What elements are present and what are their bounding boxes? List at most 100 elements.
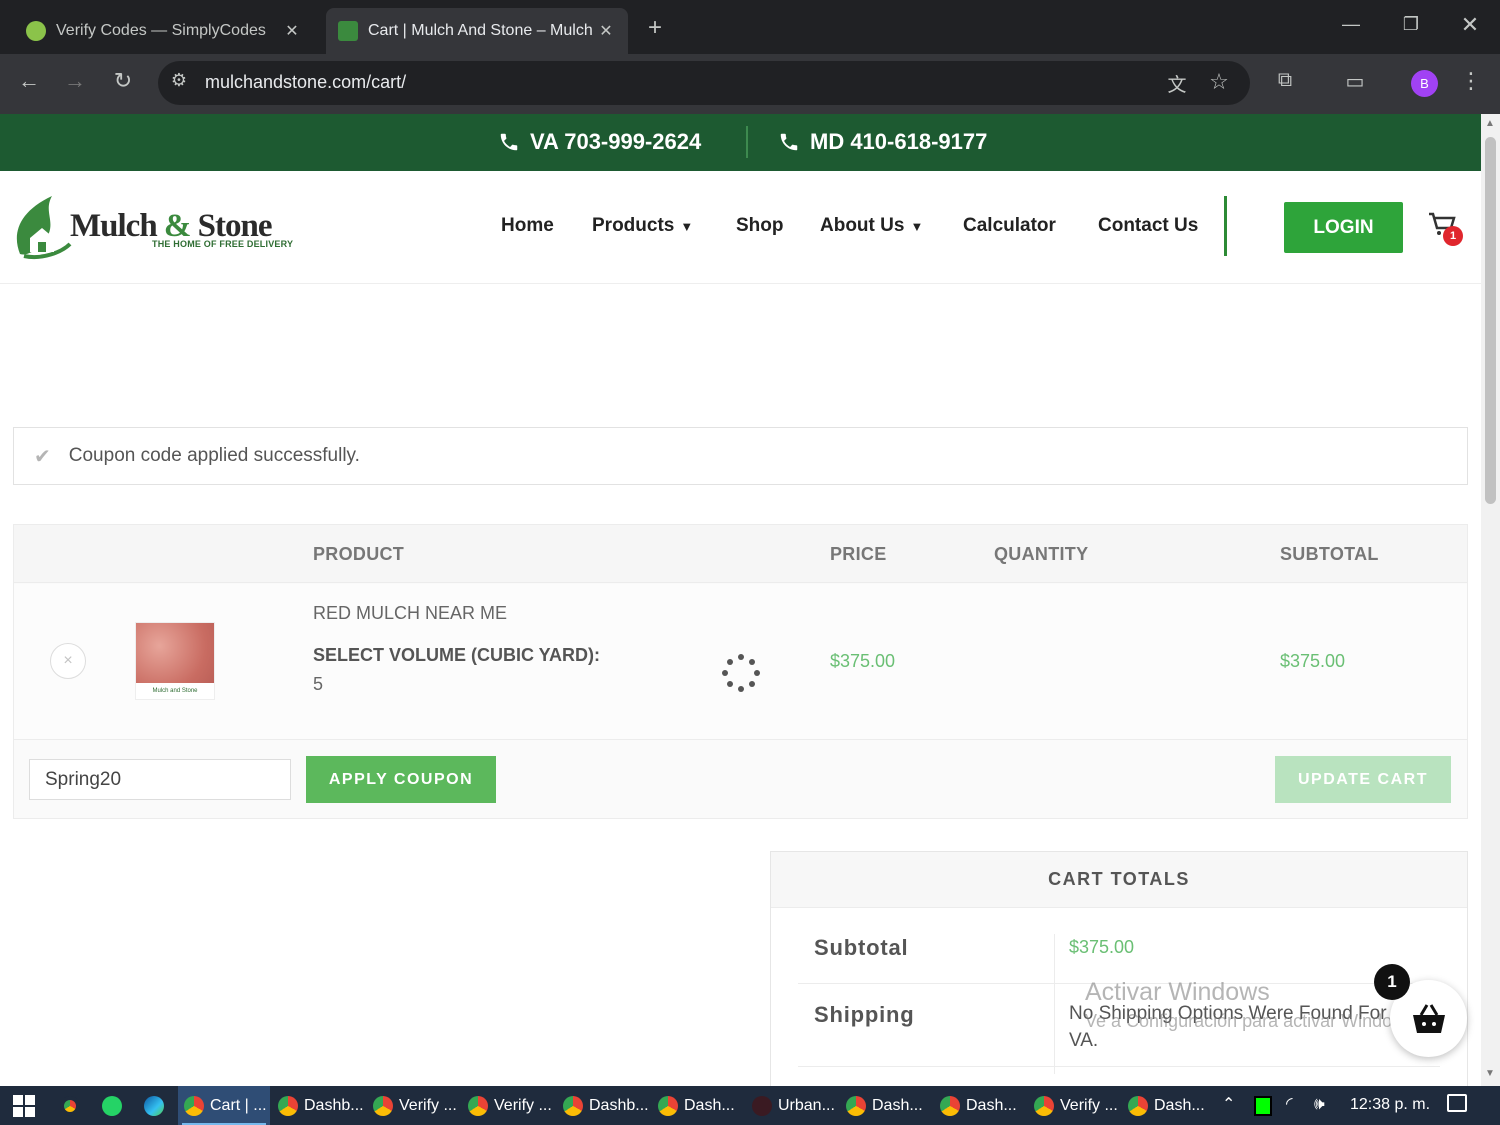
nav-contact-us[interactable]: Contact Us — [1098, 215, 1198, 237]
phone-va[interactable]: VA 703-999-2624 — [498, 129, 701, 155]
nav-contact-label: Contact Us — [1098, 215, 1199, 236]
update-cart-button[interactable]: UPDATE CART — [1275, 756, 1451, 803]
coupon-code-input[interactable]: Spring20 — [29, 759, 291, 800]
subtotal-value: $375.00 — [1069, 937, 1135, 957]
taskbar-item[interactable]: Dash... — [840, 1086, 929, 1125]
scrollbar-thumb[interactable] — [1485, 137, 1496, 504]
taskbar-label: Verify ... — [399, 1096, 457, 1114]
success-notice: ✔ Coupon code applied successfully. — [13, 427, 1468, 485]
product-name-link[interactable]: RED MULCH NEAR ME — [313, 603, 507, 624]
back-icon[interactable]: ← — [14, 68, 44, 94]
thumbnail-label: Mulch and Stone — [136, 683, 214, 699]
close-tab-icon[interactable]: ✕ — [596, 21, 616, 41]
login-button[interactable]: LOGIN — [1284, 202, 1403, 253]
nav-home[interactable]: Home — [501, 215, 554, 237]
simplycodes-favicon-icon — [26, 21, 46, 41]
taskbar-label: Dashb... — [589, 1096, 649, 1114]
bookmark-star-icon[interactable]: ☆ — [1204, 69, 1234, 95]
cart-totals-heading: CART TOTALS — [771, 852, 1467, 908]
header-product: PRODUCT — [313, 544, 405, 564]
taskbar-label: Urban... — [778, 1096, 835, 1114]
nav-home-label: Home — [501, 215, 554, 236]
new-tab-button[interactable]: + — [640, 14, 670, 42]
forward-icon[interactable]: → — [60, 68, 90, 94]
chrome-icon — [278, 1095, 298, 1116]
tab-title: Verify Codes — SimplyCodes — [56, 22, 266, 39]
nav-shop[interactable]: Shop — [736, 215, 784, 237]
chrome-pinned-icon[interactable] — [60, 1096, 80, 1116]
taskbar-item[interactable]: Dash... — [652, 1086, 741, 1125]
nav-about-us[interactable]: About Us ▼ — [820, 215, 923, 237]
restore-icon[interactable]: ❐ — [1396, 14, 1426, 35]
wifi-icon[interactable]: ◜ — [1286, 1094, 1293, 1114]
basket-icon — [1412, 1003, 1445, 1033]
taskbar-item[interactable]: Dash... — [1122, 1086, 1211, 1125]
notice-text: Coupon code applied successfully. — [68, 445, 360, 466]
chrome-icon — [1034, 1095, 1054, 1116]
tray-app-icon[interactable] — [1254, 1096, 1272, 1116]
chrome-icon — [373, 1095, 393, 1116]
chrome-icon — [184, 1095, 204, 1116]
windows-activation-subtitle: Ve a Configuración para activar Windows. — [1085, 1011, 1420, 1031]
taskbar-item[interactable]: Urban... — [746, 1086, 841, 1125]
totals-row-divider — [798, 1066, 1440, 1067]
phone-md[interactable]: MD 410-618-9177 — [778, 129, 987, 155]
taskbar-label: Cart | ... — [210, 1096, 267, 1114]
notification-center-icon[interactable] — [1447, 1094, 1467, 1112]
chrome-icon — [468, 1095, 488, 1116]
taskbar-item[interactable]: Dashb... — [557, 1086, 655, 1125]
contact-topbar — [0, 114, 1481, 171]
logo-word-1: Mulch — [70, 208, 164, 244]
taskbar-item[interactable]: Verify ... — [367, 1086, 463, 1125]
remove-item-button[interactable]: × — [50, 643, 86, 679]
taskbar-item-cart[interactable]: Cart | ... — [178, 1086, 270, 1125]
whatsapp-icon[interactable] — [102, 1096, 122, 1116]
phone-divider — [746, 126, 748, 158]
nav-divider — [1224, 196, 1227, 256]
close-tab-icon[interactable]: ✕ — [282, 21, 302, 41]
nav-products[interactable]: Products ▼ — [592, 215, 693, 237]
browser-tab-simplycodes[interactable]: Verify Codes — SimplyCodes ✕ — [14, 8, 314, 54]
extensions-icon[interactable]: ⧉ — [1270, 69, 1300, 92]
item-price: $375.00 — [830, 651, 896, 671]
browser-menu-icon[interactable]: ⋮ — [1456, 68, 1486, 94]
chevron-down-icon: ▼ — [680, 218, 694, 234]
phone-icon — [500, 133, 518, 151]
tab-search-icon[interactable]: ▭ — [1340, 69, 1370, 94]
header-price: PRICE — [830, 544, 887, 564]
taskbar-clock[interactable]: 12:38 p. m. — [1350, 1096, 1430, 1114]
minimize-icon[interactable]: — — [1336, 14, 1366, 35]
cart-table-header — [14, 525, 1467, 583]
close-window-icon[interactable]: ✕ — [1455, 12, 1485, 38]
edge-icon[interactable] — [144, 1096, 164, 1116]
tray-overflow-icon[interactable]: ⌃ — [1222, 1094, 1235, 1114]
taskbar-label: Dash... — [1154, 1096, 1205, 1114]
taskbar-item[interactable]: Dashb... — [272, 1086, 370, 1125]
product-thumbnail[interactable]: Mulch and Stone — [135, 622, 215, 700]
taskbar-item[interactable]: Verify ... — [462, 1086, 558, 1125]
leaf-house-logo-icon[interactable] — [12, 194, 74, 260]
checkmark-icon: ✔ — [34, 445, 51, 468]
reload-icon[interactable]: ↻ — [108, 68, 138, 94]
cart-count-badge: 1 — [1443, 226, 1463, 246]
translate-icon[interactable]: 文 — [1162, 70, 1192, 97]
nav-calculator[interactable]: Calculator — [963, 215, 1056, 237]
profile-avatar[interactable]: B — [1411, 70, 1438, 97]
browser-tab-cart[interactable]: Cart | Mulch And Stone – Mulch ✕ — [326, 8, 628, 54]
site-info-icon[interactable]: ⚙ — [164, 70, 194, 91]
phone-md-label: MD 410-618-9177 — [810, 129, 988, 154]
apply-coupon-button[interactable]: APPLY COUPON — [306, 756, 496, 803]
windows-start-icon[interactable] — [13, 1095, 35, 1117]
taskbar-item[interactable]: Verify ... — [1028, 1086, 1124, 1125]
floating-cart-count-badge: 1 — [1374, 964, 1410, 1000]
scroll-up-arrow-icon[interactable]: ▲ — [1485, 118, 1495, 129]
url-text[interactable]: mulchandstone.com/cart/ — [205, 72, 406, 93]
taskbar-item[interactable]: Dash... — [934, 1086, 1023, 1125]
volume-icon[interactable]: 🕪 — [1314, 1094, 1325, 1114]
header-quantity: QUANTITY — [994, 544, 1089, 564]
shipping-label: Shipping — [814, 1002, 915, 1027]
scroll-down-arrow-icon[interactable]: ▼ — [1485, 1068, 1495, 1079]
taskbar-label: Dash... — [684, 1096, 735, 1114]
mulchandstone-favicon-icon — [338, 21, 358, 41]
taskbar-label: Dash... — [872, 1096, 923, 1114]
